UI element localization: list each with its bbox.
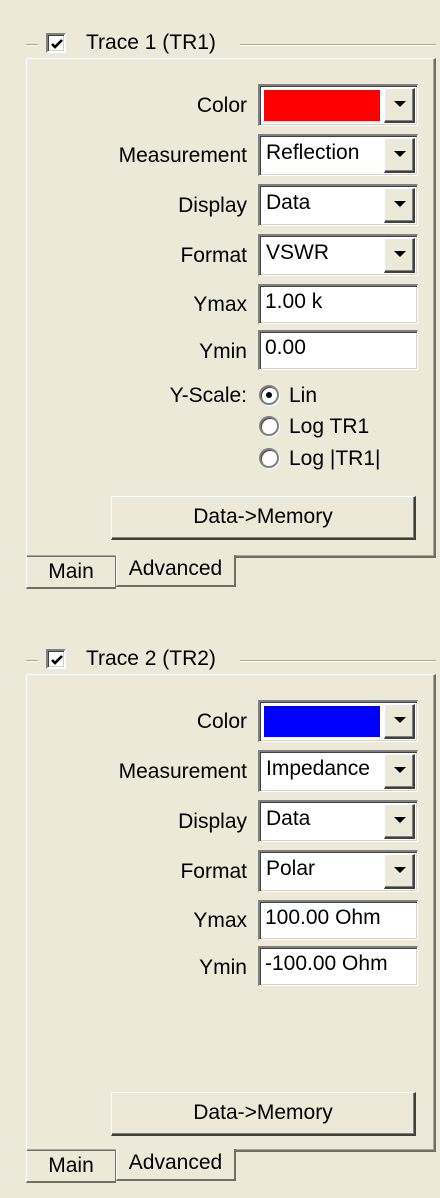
group-divider [26, 660, 38, 662]
trace1-display-select[interactable]: Data [258, 184, 418, 226]
format-label: Format [180, 860, 247, 883]
chevron-down-icon [394, 101, 406, 107]
yscale-radio-log[interactable] [259, 416, 279, 436]
trace2-tab-main[interactable]: Main [26, 1151, 116, 1183]
trace2-data-to-memory-button[interactable]: Data->Memory [111, 1092, 416, 1136]
trace2-enable-checkbox[interactable] [46, 649, 66, 669]
dropdown-button[interactable] [384, 188, 415, 223]
group-divider [26, 44, 38, 46]
measurement-label: Measurement [118, 760, 247, 783]
yscale-option-log: Log TR1 [289, 415, 370, 438]
trace2-title: Trace 2 (TR2) [86, 647, 216, 670]
group-divider [240, 660, 436, 662]
checkmark-icon [51, 39, 63, 49]
format-value: Polar [266, 857, 316, 880]
group-divider [240, 44, 436, 46]
dropdown-button[interactable] [384, 854, 415, 889]
chevron-down-icon [394, 767, 406, 773]
trace1-ymax-input[interactable]: 1.00 k [258, 284, 418, 324]
dropdown-button[interactable] [384, 704, 415, 739]
trace1-tab-main[interactable]: Main [26, 557, 116, 589]
ymin-label: Ymin [199, 340, 247, 363]
trace2-color-select[interactable] [258, 700, 418, 742]
trace2-ymin-input[interactable]: -100.00 Ohm [258, 946, 418, 986]
trace1-format-select[interactable]: VSWR [258, 234, 418, 276]
display-label: Display [178, 810, 247, 833]
measurement-value: Reflection [266, 141, 360, 164]
format-label: Format [180, 244, 247, 267]
ymin-value: 0.00 [265, 336, 306, 359]
trace1-measurement-select[interactable]: Reflection [258, 134, 418, 176]
chevron-down-icon [394, 817, 406, 823]
ymax-label: Ymax [193, 909, 247, 932]
trace2-display-select[interactable]: Data [258, 800, 418, 842]
dropdown-button[interactable] [384, 754, 415, 789]
yscale-option-lin: Lin [289, 384, 318, 407]
trace2-ymax-input[interactable]: 100.00 Ohm [258, 900, 418, 940]
display-value: Data [266, 191, 311, 214]
trace1-tab-advanced[interactable]: Advanced [116, 555, 236, 587]
dropdown-button[interactable] [384, 804, 415, 839]
measurement-label: Measurement [118, 144, 247, 167]
color-swatch [264, 706, 380, 737]
color-label: Color [196, 710, 247, 733]
color-label: Color [196, 94, 247, 117]
chevron-down-icon [394, 251, 406, 257]
trace1-ymin-input[interactable]: 0.00 [258, 330, 418, 370]
chevron-down-icon [394, 717, 406, 723]
ymin-value: -100.00 Ohm [265, 952, 388, 975]
chevron-down-icon [394, 201, 406, 207]
trace2-tab-advanced[interactable]: Advanced [116, 1149, 236, 1181]
yscale-radio-log-abs[interactable] [259, 448, 279, 468]
chevron-down-icon [394, 151, 406, 157]
trace2-measurement-select[interactable]: Impedance [258, 750, 418, 792]
trace1-title: Trace 1 (TR1) [86, 31, 216, 54]
ymax-label: Ymax [193, 293, 247, 316]
measurement-value: Impedance [266, 757, 370, 780]
ymax-value: 1.00 k [265, 290, 323, 313]
trace1-data-to-memory-button[interactable]: Data->Memory [111, 496, 416, 540]
display-label: Display [178, 194, 247, 217]
display-value: Data [266, 807, 311, 830]
trace1-color-select[interactable] [258, 84, 418, 126]
checkmark-icon [51, 655, 63, 665]
yscale-option-log-abs: Log |TR1| [289, 447, 381, 470]
dropdown-button[interactable] [384, 138, 415, 173]
yscale-radio-lin[interactable] [259, 385, 279, 405]
format-value: VSWR [266, 241, 329, 264]
radio-selected-dot [266, 392, 272, 398]
color-swatch [264, 90, 380, 121]
yscale-label: Y-Scale: [169, 384, 247, 407]
trace1-enable-checkbox[interactable] [46, 33, 66, 53]
trace2-format-select[interactable]: Polar [258, 850, 418, 892]
ymin-label: Ymin [199, 956, 247, 979]
chevron-down-icon [394, 867, 406, 873]
ymax-value: 100.00 Ohm [265, 906, 381, 929]
dropdown-button[interactable] [384, 238, 415, 273]
dropdown-button[interactable] [384, 88, 415, 123]
